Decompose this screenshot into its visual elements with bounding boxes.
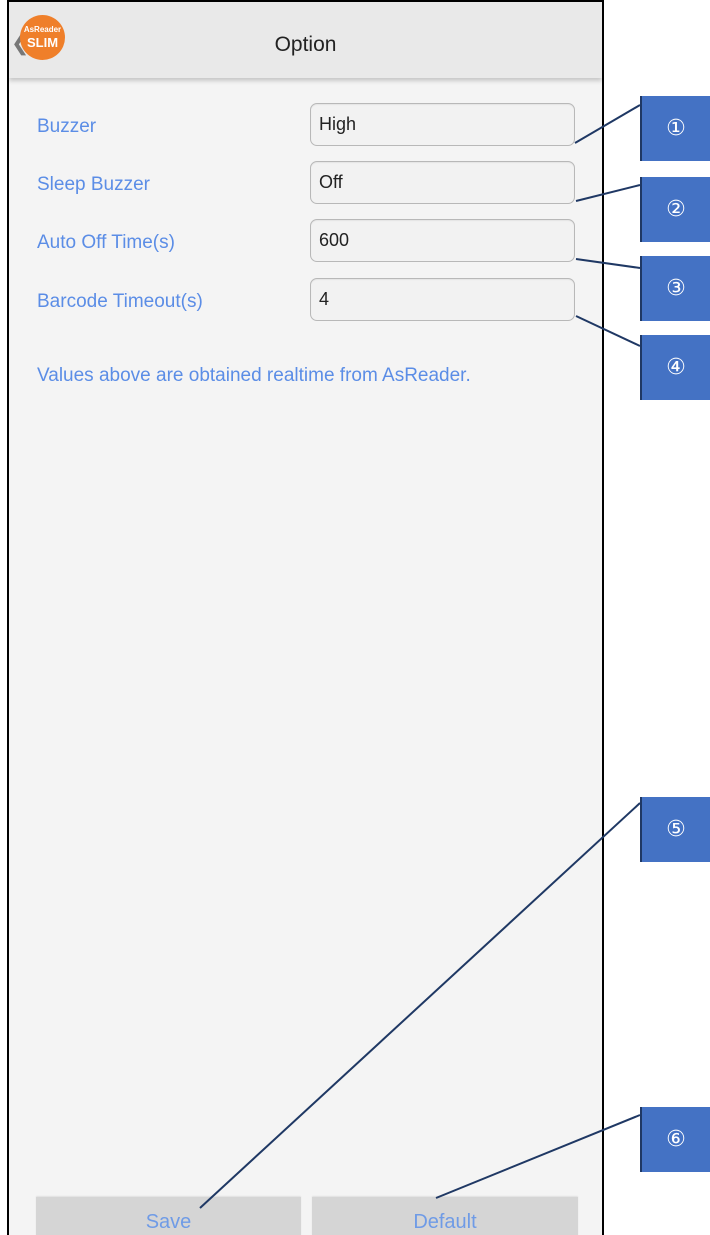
barcode-timeout-field[interactable]: 4 [310,278,575,321]
callout-3: ③ [640,256,710,321]
sleep-buzzer-field[interactable]: Off [310,161,575,204]
phone-screen: ❮ AsReader SLIM Option Buzzer High Sleep… [7,0,604,1235]
buzzer-field[interactable]: High [310,103,575,146]
sleep-buzzer-label: Sleep Buzzer [37,174,151,195]
callout-2: ② [640,177,710,242]
callout-6: ⑥ [640,1107,710,1172]
callout-4: ④ [640,335,710,400]
auto-off-time-field[interactable]: 600 [310,219,575,262]
callout-1: ① [640,96,710,161]
buzzer-label: Buzzer [37,116,97,137]
realtime-info-note: Values above are obtained realtime from … [37,365,471,386]
auto-off-time-label: Auto Off Time(s) [37,232,175,253]
title-bar: ❮ AsReader SLIM Option [9,2,602,78]
callout-5: ⑤ [640,797,710,862]
default-button[interactable]: Default [312,1197,578,1235]
barcode-timeout-label: Barcode Timeout(s) [37,291,203,312]
page-title: Option [274,33,337,56]
save-button[interactable]: Save [36,1197,301,1235]
